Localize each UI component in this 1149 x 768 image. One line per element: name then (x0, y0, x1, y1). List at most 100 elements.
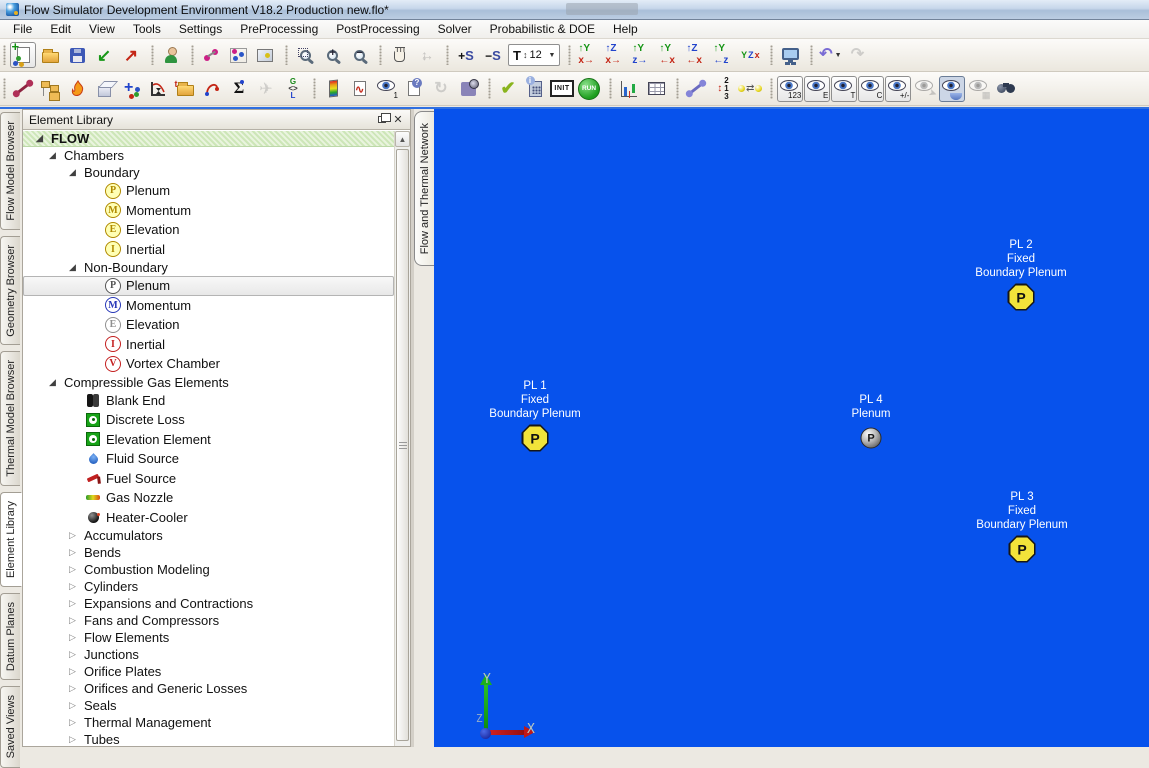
view-single-result[interactable]: 1 (374, 76, 400, 102)
run-solver[interactable]: RUN (576, 76, 602, 102)
view-plane-xy[interactable]: ↑Y←x (656, 42, 682, 68)
renumber-elements[interactable]: ↕213 (710, 76, 736, 102)
tree-item-inertial[interactable]: IInertial (23, 240, 394, 260)
view-plane-yz[interactable]: ↑Yz→ (629, 42, 655, 68)
tree-item-cylinders[interactable]: ▷Cylinders (23, 578, 394, 595)
expand-arrow-icon[interactable]: ▷ (69, 717, 84, 728)
aircraft-mode[interactable]: ✈ (253, 76, 279, 102)
rotate-view[interactable]: ↔↕ (413, 42, 439, 68)
tree-item-plenum[interactable]: PPlenum (23, 276, 394, 296)
side-tab-datum-planes[interactable]: Datum Planes (0, 593, 20, 680)
collapse-arrow-icon[interactable]: ◢ (69, 262, 84, 273)
collapse-arrow-icon[interactable]: ◢ (49, 377, 64, 388)
transient-plot[interactable] (145, 76, 171, 102)
import-model[interactable]: ↙ (91, 42, 117, 68)
curve-editor[interactable] (199, 76, 225, 102)
expand-arrow-icon[interactable]: ▷ (69, 564, 84, 575)
create-element[interactable] (10, 76, 36, 102)
color-legend[interactable] (320, 76, 346, 102)
pan-view[interactable] (386, 42, 412, 68)
tree-item-fuel-source[interactable]: Fuel Source (23, 469, 394, 489)
plot-results[interactable]: ∿ (347, 76, 373, 102)
view-plane-yx[interactable]: ↑Yx→ (575, 42, 601, 68)
report-help[interactable]: ? (401, 76, 427, 102)
scroll-up-icon[interactable]: ▲ (395, 131, 410, 147)
tree-item-heater-cooler[interactable]: Heater-Cooler (23, 508, 394, 528)
redo[interactable]: ↷ (844, 42, 870, 68)
show-chamber-labels[interactable]: C (858, 76, 884, 102)
tree-item-orifices-and-generic-losses[interactable]: ▷Orifices and Generic Losses (23, 680, 394, 697)
save-model[interactable] (64, 42, 90, 68)
results-charts[interactable] (616, 76, 642, 102)
view-plane-zy[interactable]: ↑Y←z (710, 42, 736, 68)
show-surfaces[interactable] (939, 76, 965, 102)
scrollbar-thumb[interactable] (396, 149, 409, 741)
save-snapshot[interactable] (455, 76, 481, 102)
menu-settings[interactable]: Settings (170, 20, 231, 38)
float-panel-button[interactable] (374, 112, 390, 127)
find-element[interactable] (993, 76, 1019, 102)
results-tables[interactable] (643, 76, 669, 102)
increase-symbol-size[interactable]: +S (453, 42, 479, 68)
tree-item-boundary[interactable]: ◢Boundary (23, 164, 394, 181)
network-layout-2d[interactable] (198, 42, 224, 68)
add-element[interactable]: + (118, 76, 144, 102)
element-spacing[interactable]: ⇄ (737, 76, 763, 102)
side-tab-geometry-browser[interactable]: Geometry Browser (0, 236, 20, 346)
tree-item-momentum[interactable]: MMomentum (23, 201, 394, 221)
tree-item-tubes[interactable]: ▷Tubes (23, 731, 394, 746)
view-isometric[interactable]: YZx (737, 42, 763, 68)
show-element-ids[interactable]: 123 (777, 76, 803, 102)
tree-item-gas-nozzle[interactable]: Gas Nozzle (23, 488, 394, 508)
show-element-labels[interactable]: E (804, 76, 830, 102)
menu-solver[interactable]: Solver (429, 20, 481, 38)
menu-probabilistic-doe[interactable]: Probabilistic & DOE (481, 20, 604, 38)
tree-item-combustion-modeling[interactable]: ▷Combustion Modeling (23, 561, 394, 578)
menu-edit[interactable]: Edit (41, 20, 80, 38)
expand-arrow-icon[interactable]: ▷ (69, 530, 84, 541)
open-model[interactable] (37, 42, 63, 68)
collapse-arrow-icon[interactable]: ◢ (69, 167, 84, 178)
expand-arrow-icon[interactable]: ▷ (69, 649, 84, 660)
tree-item-vortex-chamber[interactable]: VVortex Chamber (23, 354, 394, 374)
property-calculator[interactable] (522, 76, 548, 102)
tree-scrollbar[interactable]: ▲ (394, 131, 410, 746)
network-canvas[interactable]: Y X Z PL 1FixedBoundary PlenumPPL 2Fixed… (434, 109, 1149, 747)
menu-tools[interactable]: Tools (124, 20, 170, 38)
display-properties[interactable] (777, 42, 803, 68)
tree-item-flow[interactable]: ◢FLOW (23, 131, 394, 147)
node-pl-3-boundary-plenum-icon[interactable]: P (1009, 536, 1036, 563)
undo[interactable]: ↶▼ (817, 42, 843, 68)
menu-preprocessing[interactable]: PreProcessing (231, 20, 327, 38)
decrease-symbol-size[interactable]: −S (480, 42, 506, 68)
font-size-select[interactable]: T↕12▼ (507, 42, 561, 68)
side-tab-flow-model-browser[interactable]: Flow Model Browser (0, 112, 20, 230)
user-profile[interactable] (158, 42, 184, 68)
network-layout-box[interactable] (252, 42, 278, 68)
validate-model[interactable]: ✔ (495, 76, 521, 102)
expand-arrow-icon[interactable]: ▷ (69, 632, 84, 643)
collapse-arrow-icon[interactable]: ◢ (49, 150, 64, 161)
tree-item-elevation[interactable]: EElevation (23, 220, 394, 240)
node-pl-4-plenum-icon[interactable]: P (861, 428, 882, 449)
tree-item-blank-end[interactable]: Blank End (23, 391, 394, 411)
expand-arrow-icon[interactable]: ▷ (69, 581, 84, 592)
tree-item-elevation[interactable]: EElevation (23, 315, 394, 335)
tree-item-discrete-loss[interactable]: Discrete Loss (23, 410, 394, 430)
new-model[interactable] (10, 42, 36, 68)
view-plane-xz[interactable]: ↑Z←x (683, 42, 709, 68)
tree-item-accumulators[interactable]: ▷Accumulators (23, 527, 394, 544)
tree-item-fluid-source[interactable]: Fluid Source (23, 449, 394, 469)
show-temperatures[interactable]: T (831, 76, 857, 102)
summation-tool[interactable]: Σ (226, 76, 252, 102)
show-grid[interactable]: ▦ (966, 76, 992, 102)
tree-item-elevation-element[interactable]: Elevation Element (23, 430, 394, 450)
dropdown-caret-icon[interactable]: ▼ (835, 52, 842, 59)
tree-item-fans-and-compressors[interactable]: ▷Fans and Compressors (23, 612, 394, 629)
global-local-converter[interactable]: G<>L (280, 76, 306, 102)
tree-item-thermal-management[interactable]: ▷Thermal Management (23, 714, 394, 731)
tree-item-expansions-and-contractions[interactable]: ▷Expansions and Contractions (23, 595, 394, 612)
show-flow-signs[interactable]: +/- (885, 76, 911, 102)
expand-arrow-icon[interactable]: ▷ (69, 615, 84, 626)
tree-item-compressible-gas-elements[interactable]: ◢Compressible Gas Elements (23, 374, 394, 391)
